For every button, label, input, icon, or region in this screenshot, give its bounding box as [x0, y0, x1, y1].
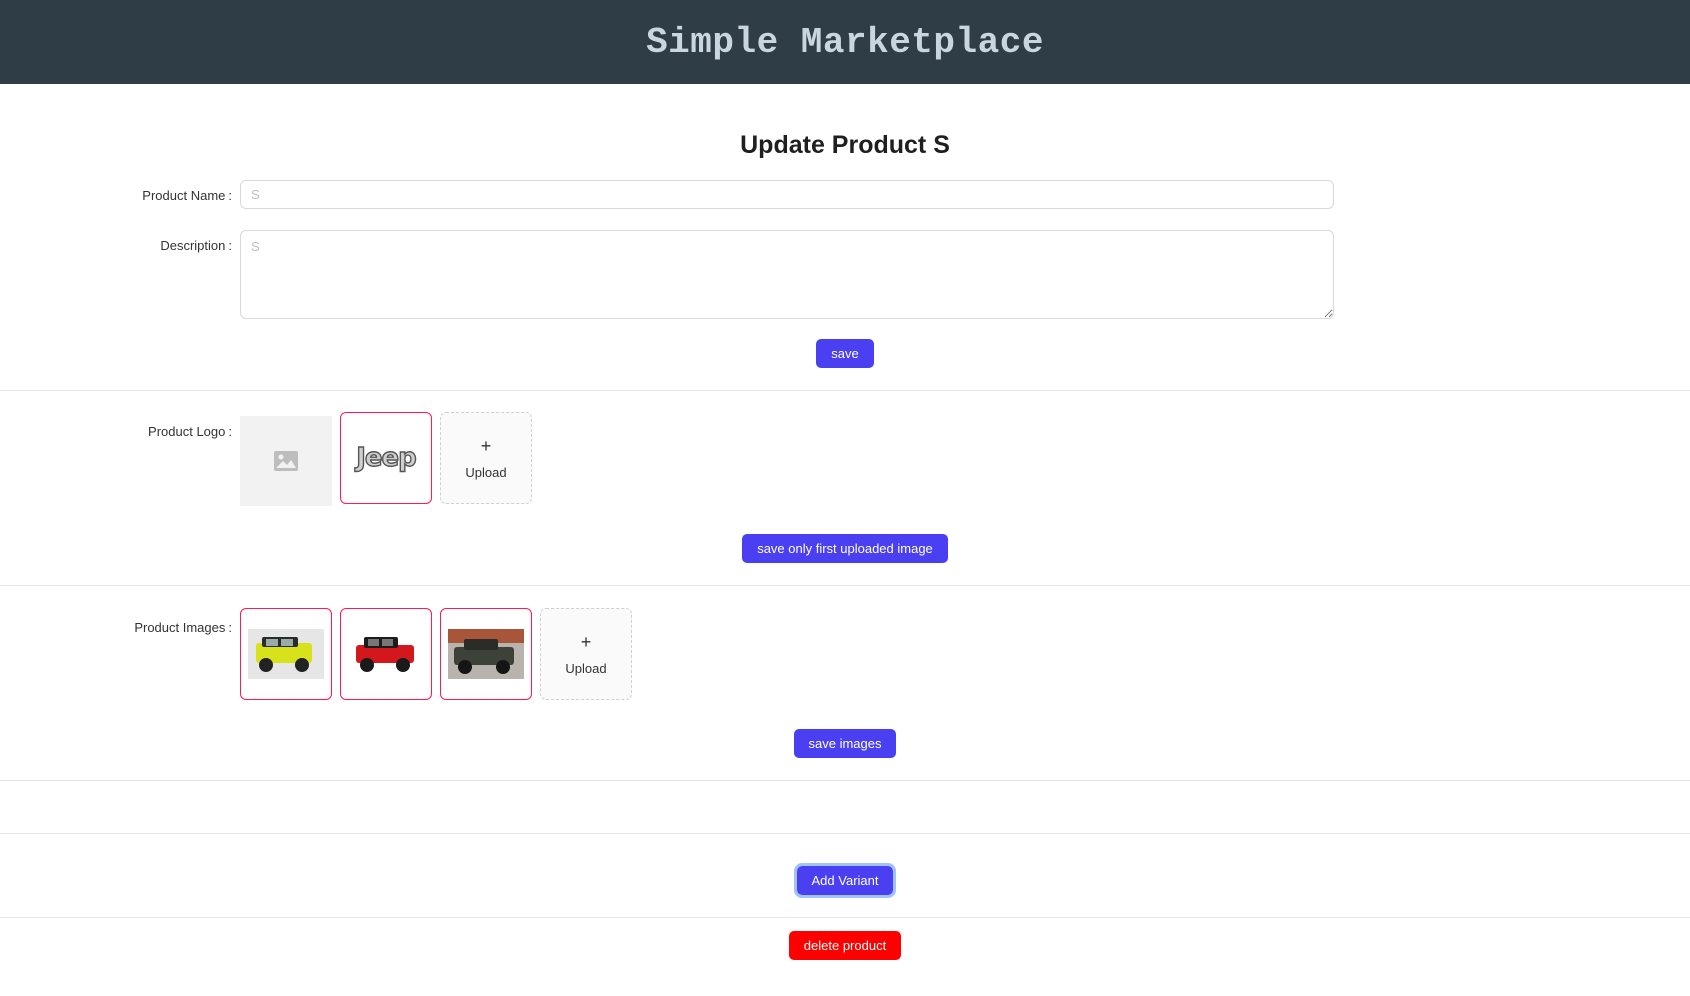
plus-icon: +: [480, 435, 492, 456]
save-button[interactable]: save: [816, 339, 874, 368]
car-image: [248, 629, 324, 679]
jeep-logo: Jeep: [356, 442, 418, 473]
product-logo-label: Product Logo: [0, 424, 232, 439]
product-image-thumbnail[interactable]: [240, 608, 332, 700]
save-images-button[interactable]: save images: [793, 729, 897, 758]
description-row: Description: [0, 230, 1690, 319]
product-images-label: Product Images: [0, 620, 232, 635]
product-name-input[interactable]: [240, 180, 1334, 209]
add-variant-button[interactable]: Add Variant: [793, 863, 897, 898]
upload-label: Upload: [465, 464, 507, 480]
logo-upload-button[interactable]: + Upload: [440, 412, 532, 504]
variants-area: [0, 781, 1690, 833]
description-label: Description: [0, 238, 232, 253]
divider: [0, 585, 1690, 586]
car-image: [448, 629, 524, 679]
images-upload-button[interactable]: + Upload: [540, 608, 632, 700]
divider: [0, 917, 1690, 918]
logo-placeholder: [240, 416, 332, 506]
car-image: [348, 629, 424, 679]
plus-icon: +: [580, 631, 592, 652]
logo-thumbnail[interactable]: Jeep: [340, 412, 432, 504]
product-images-row: Product Images: + Upload: [0, 608, 1690, 700]
product-image-thumbnail[interactable]: [440, 608, 532, 700]
app-header: Simple Marketplace: [0, 0, 1690, 84]
divider: [0, 833, 1690, 834]
description-input[interactable]: [240, 230, 1334, 319]
product-name-label: Product Name: [0, 188, 232, 203]
delete-product-button[interactable]: delete product: [788, 931, 902, 960]
product-image-thumbnail[interactable]: [340, 608, 432, 700]
image-placeholder-icon: [274, 451, 298, 471]
page-title: Update Product S: [740, 131, 950, 159]
product-name-row: Product Name: [0, 180, 1690, 210]
app-title: Simple Marketplace: [646, 21, 1044, 63]
save-first-image-button[interactable]: save only first uploaded image: [742, 534, 948, 563]
product-logo-row: Product Logo Jeep + Upload: [0, 412, 1690, 506]
divider: [0, 390, 1690, 391]
upload-label: Upload: [565, 660, 607, 676]
